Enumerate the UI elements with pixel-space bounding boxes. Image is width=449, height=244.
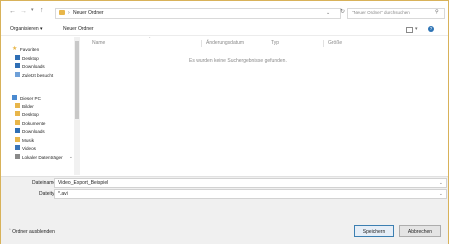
column-divider[interactable] xyxy=(201,40,202,47)
breadcrumb-current[interactable]: Neuer Ordner xyxy=(73,10,104,16)
downloads-icon xyxy=(15,63,20,68)
chevron-down-icon: ⌄ xyxy=(69,153,73,159)
nav-item-label: Lokaler Datenträger xyxy=(22,154,63,160)
downloads-icon xyxy=(15,128,20,133)
help-icon[interactable]: ? xyxy=(428,26,434,32)
new-folder-button[interactable]: Neuer Ordner xyxy=(63,27,94,32)
chevron-down-icon[interactable]: ⌄ xyxy=(439,180,443,186)
file-list: Name ˆ Änderungsdatum Typ Größe Es wurde… xyxy=(83,37,446,175)
address-field[interactable]: › Neuer Ordner ⌄ xyxy=(55,8,341,19)
search-placeholder: "Neuer Ordner" durchsuchen xyxy=(352,10,410,15)
cancel-button[interactable]: Abbrechen xyxy=(399,225,441,237)
nav-item-desktop-fav[interactable]: Desktop xyxy=(1,54,75,62)
filename-value: Video_Export_Beispiel xyxy=(58,180,109,186)
forward-arrow-icon[interactable]: → xyxy=(20,8,27,15)
star-icon: ★ xyxy=(12,46,18,52)
nav-favorites[interactable]: ★ Favoriten xyxy=(1,45,75,53)
hard-drive-icon xyxy=(15,154,20,159)
nav-item-label: Downloads xyxy=(22,63,45,69)
refresh-icon[interactable]: ↻ xyxy=(340,9,345,15)
videos-icon xyxy=(15,145,20,150)
nav-item-videos[interactable]: Videos xyxy=(1,144,75,152)
nav-scrollbar-thumb[interactable] xyxy=(75,41,79,119)
breadcrumb-separator-icon: › xyxy=(68,9,70,16)
nav-item-label: Zuletzt besucht xyxy=(22,72,54,78)
chevron-down-icon: ▾ xyxy=(40,26,43,32)
documents-icon xyxy=(15,120,20,125)
desktop-icon xyxy=(15,55,20,60)
nav-item-downloads-fav[interactable]: Downloads xyxy=(1,62,75,70)
hide-folders-label: Ordner ausblenden xyxy=(12,229,55,235)
nav-item-label: Dokumente xyxy=(22,120,46,126)
recent-places-icon xyxy=(15,72,20,77)
nav-item-local-disk[interactable]: Lokaler Datenträger ⌄ xyxy=(1,153,75,161)
recent-dropdown-icon[interactable]: ▾ xyxy=(31,8,34,13)
nav-item-music[interactable]: Musik xyxy=(1,136,75,144)
address-dropdown-icon[interactable]: ⌄ xyxy=(326,10,330,16)
computer-icon xyxy=(12,95,17,100)
nav-this-pc[interactable]: Dieser PC xyxy=(1,94,75,102)
view-dropdown-icon[interactable]: ▾ xyxy=(415,27,418,32)
nav-item-label: Desktop xyxy=(22,55,39,61)
command-toolbar: Organisieren ▾ Neuer Ordner ▾ ? xyxy=(1,23,448,35)
save-button-label: Speichern xyxy=(362,228,386,235)
nav-item-desktop[interactable]: Desktop xyxy=(1,110,75,118)
back-arrow-icon[interactable]: ← xyxy=(9,8,16,15)
chevron-down-icon[interactable]: ⌄ xyxy=(439,191,443,197)
desktop-icon xyxy=(15,111,20,116)
organize-button[interactable]: Organisieren ▾ xyxy=(10,27,43,32)
cancel-button-label: Abbrechen xyxy=(407,228,433,235)
pictures-icon xyxy=(15,103,20,108)
nav-item-label: Bilder xyxy=(22,103,34,109)
navigation-pane: ★ Favoriten Desktop Downloads Zuletzt be… xyxy=(1,37,81,172)
column-header-type[interactable]: Typ xyxy=(271,41,279,46)
save-button[interactable]: Speichern xyxy=(354,225,394,237)
music-icon xyxy=(15,137,20,142)
search-icon[interactable]: ⚲ xyxy=(435,10,439,15)
folder-icon xyxy=(59,10,65,15)
nav-item-label: Downloads xyxy=(22,128,45,134)
column-header-name[interactable]: Name xyxy=(92,41,105,46)
search-field[interactable]: "Neuer Ordner" durchsuchen ⚲ xyxy=(347,8,445,19)
save-panel: Dateiname: Video_Export_Beispiel ⌄ Datei… xyxy=(1,176,448,244)
nav-item-label: Desktop xyxy=(22,111,39,117)
nav-item-label: Musik xyxy=(22,137,34,143)
column-header-modified[interactable]: Änderungsdatum xyxy=(206,41,244,46)
save-dialog: ← → ▾ ↑ › Neuer Ordner ⌄ ↻ "Neuer Ordner… xyxy=(0,0,449,244)
chevron-up-icon: ˆ xyxy=(9,229,11,235)
filetype-value: *.avi xyxy=(58,191,68,197)
nav-item-downloads[interactable]: Downloads xyxy=(1,127,75,135)
nav-this-pc-label: Dieser PC xyxy=(20,95,41,101)
nav-item-pictures[interactable]: Bilder xyxy=(1,102,75,110)
column-header-size[interactable]: Größe xyxy=(328,41,342,46)
toolbar-divider xyxy=(1,35,448,36)
hide-folders-toggle[interactable]: ˆ Ordner ausblenden xyxy=(9,230,55,235)
view-options-icon[interactable] xyxy=(406,27,413,33)
address-bar: ← → ▾ ↑ › Neuer Ordner ⌄ ↻ "Neuer Ordner… xyxy=(1,1,448,21)
nav-item-label: Videos xyxy=(22,145,36,151)
nav-item-recent[interactable]: Zuletzt besucht xyxy=(1,71,75,79)
nav-item-documents[interactable]: Dokumente xyxy=(1,119,75,127)
up-arrow-icon[interactable]: ↑ xyxy=(40,7,44,14)
sort-indicator-icon: ˆ xyxy=(149,36,151,41)
organize-label: Organisieren xyxy=(10,26,39,32)
filetype-select[interactable]: *.avi ⌄ xyxy=(54,189,447,199)
filename-input[interactable]: Video_Export_Beispiel ⌄ xyxy=(54,178,447,188)
column-divider[interactable] xyxy=(323,40,324,47)
empty-results-message: Es wurden keine Suchergebnisse gefunden. xyxy=(189,58,287,64)
nav-favorites-label: Favoriten xyxy=(20,46,40,52)
